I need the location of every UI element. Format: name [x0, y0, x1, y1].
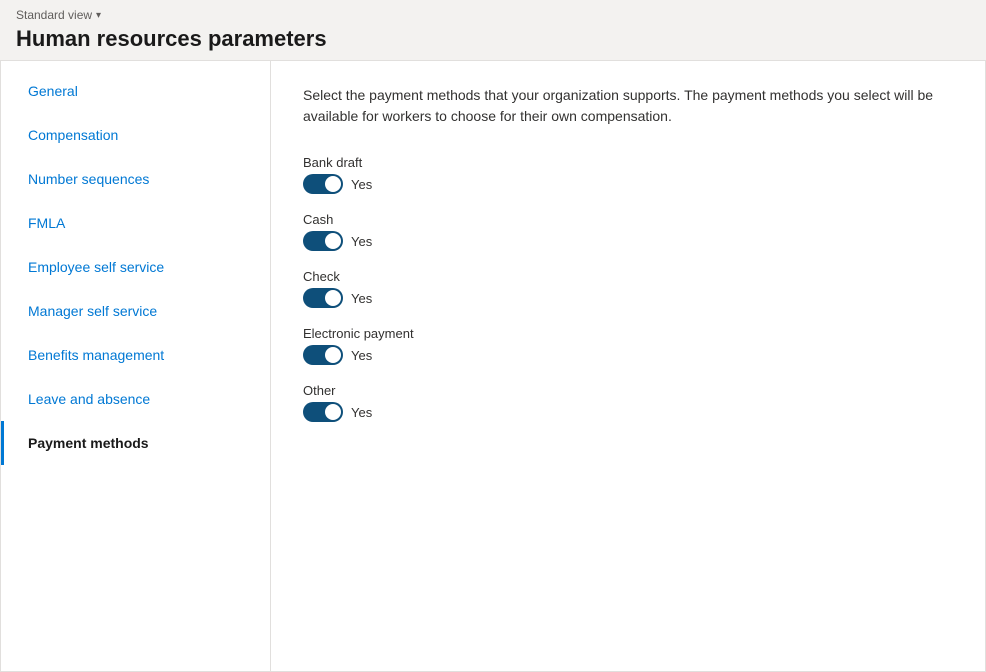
- toggle-track: [303, 174, 343, 194]
- payment-methods-list: Bank draft Yes Cash: [303, 155, 953, 440]
- sidebar-item-label: Number sequences: [28, 171, 149, 187]
- toggle-track: [303, 288, 343, 308]
- sidebar-item-label: Compensation: [28, 127, 118, 143]
- toggle-row: Yes: [303, 402, 953, 422]
- sidebar-item-leave-and-absence[interactable]: Leave and absence: [1, 377, 270, 421]
- sidebar-item-label: FMLA: [28, 215, 65, 231]
- sidebar-item-label: Employee self service: [28, 259, 164, 275]
- chevron-down-icon: ▾: [96, 10, 101, 21]
- standard-view-label: Standard view: [16, 8, 92, 22]
- toggle-yes-label: Yes: [351, 348, 372, 363]
- sidebar-item-label: Benefits management: [28, 347, 164, 363]
- toggle-row: Yes: [303, 345, 953, 365]
- toggle-thumb: [325, 233, 341, 249]
- payment-method-label: Check: [303, 269, 953, 284]
- bank-draft-toggle[interactable]: [303, 174, 343, 194]
- sidebar-item-label: Manager self service: [28, 303, 157, 319]
- sidebar-item-fmla[interactable]: FMLA: [1, 201, 270, 245]
- toggle-thumb: [325, 347, 341, 363]
- payment-method-bank-draft: Bank draft Yes: [303, 155, 953, 194]
- sidebar-item-label: Payment methods: [28, 435, 149, 451]
- payment-method-label: Other: [303, 383, 953, 398]
- payment-method-label: Bank draft: [303, 155, 953, 170]
- toggle-yes-label: Yes: [351, 234, 372, 249]
- other-toggle[interactable]: [303, 402, 343, 422]
- sidebar-item-manager-self-service[interactable]: Manager self service: [1, 289, 270, 333]
- payment-method-cash: Cash Yes: [303, 212, 953, 251]
- standard-view-button[interactable]: Standard view ▾: [16, 8, 970, 22]
- payment-method-label: Cash: [303, 212, 953, 227]
- sidebar: General Compensation Number sequences FM…: [1, 61, 271, 671]
- electronic-payment-toggle[interactable]: [303, 345, 343, 365]
- sidebar-item-payment-methods[interactable]: Payment methods: [1, 421, 270, 465]
- sidebar-item-benefits-management[interactable]: Benefits management: [1, 333, 270, 377]
- description-text: Select the payment methods that your org…: [303, 85, 953, 127]
- toggle-yes-label: Yes: [351, 177, 372, 192]
- page-wrapper: Standard view ▾ Human resources paramete…: [0, 0, 986, 672]
- check-toggle[interactable]: [303, 288, 343, 308]
- header-section: Standard view ▾ Human resources paramete…: [0, 0, 986, 60]
- toggle-thumb: [325, 290, 341, 306]
- toggle-track: [303, 231, 343, 251]
- page-title: Human resources parameters: [16, 26, 970, 60]
- sidebar-item-compensation[interactable]: Compensation: [1, 113, 270, 157]
- toggle-row: Yes: [303, 288, 953, 308]
- toggle-track: [303, 345, 343, 365]
- sidebar-item-label: General: [28, 83, 78, 99]
- payment-method-label: Electronic payment: [303, 326, 953, 341]
- toggle-yes-label: Yes: [351, 405, 372, 420]
- toggle-thumb: [325, 176, 341, 192]
- sidebar-item-label: Leave and absence: [28, 391, 150, 407]
- toggle-yes-label: Yes: [351, 291, 372, 306]
- main-content: Select the payment methods that your org…: [271, 61, 985, 671]
- toggle-row: Yes: [303, 231, 953, 251]
- payment-method-other: Other Yes: [303, 383, 953, 422]
- payment-method-check: Check Yes: [303, 269, 953, 308]
- payment-method-electronic-payment: Electronic payment Yes: [303, 326, 953, 365]
- cash-toggle[interactable]: [303, 231, 343, 251]
- toggle-thumb: [325, 404, 341, 420]
- sidebar-item-number-sequences[interactable]: Number sequences: [1, 157, 270, 201]
- sidebar-item-general[interactable]: General: [1, 69, 270, 113]
- toggle-track: [303, 402, 343, 422]
- content-area: General Compensation Number sequences FM…: [0, 60, 986, 672]
- toggle-row: Yes: [303, 174, 953, 194]
- sidebar-item-employee-self-service[interactable]: Employee self service: [1, 245, 270, 289]
